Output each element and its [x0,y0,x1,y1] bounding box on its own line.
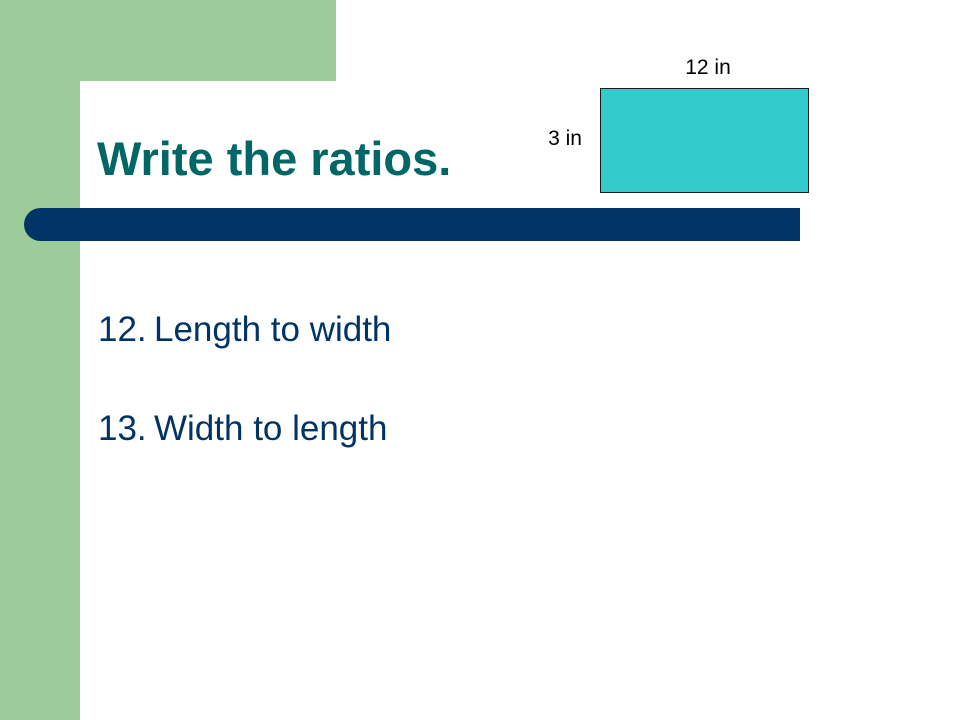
slide-title: Write the ratios. [97,132,452,185]
list-item-number: 13. [98,409,147,448]
rectangle-length-label: 12 in [685,56,731,79]
list-item-text: Length to width [154,310,392,349]
list-item-text: Width to length [154,409,388,448]
list-item: 12. Length to width [98,309,391,351]
list-item: 13. Width to length [98,408,387,450]
title-underline-bar [24,208,800,241]
rectangle-width-label: 3 in [548,127,582,150]
rectangle-figure [600,88,809,193]
list-item-number: 12. [98,310,147,349]
decorative-green-top-tab [0,0,336,81]
decorative-green-sidebar [0,0,80,720]
